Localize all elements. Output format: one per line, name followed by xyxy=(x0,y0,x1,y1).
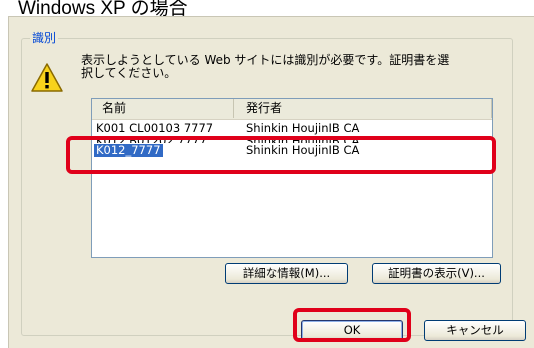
certificate-name: K012 B01202 7777 xyxy=(96,135,207,143)
list-header: 名前 発行者 xyxy=(92,99,492,120)
column-header-name[interactable]: 名前 xyxy=(92,99,234,118)
certificate-name: K012_7777 xyxy=(94,144,163,157)
view-certificate-button[interactable]: 証明書の表示(V)... xyxy=(372,263,501,284)
certificate-row-selected[interactable]: K012_7777 Shinkin HoujinIB CA xyxy=(92,144,492,157)
certificate-name: K001 CL00103 7777 xyxy=(96,122,214,135)
certificate-issuer: Shinkin HoujinIB CA xyxy=(246,122,360,135)
warning-icon xyxy=(31,63,63,92)
cancel-button[interactable]: キャンセル xyxy=(424,320,526,341)
certificate-issuer: Shinkin HoujinIB CA xyxy=(246,144,360,157)
details-button[interactable]: 詳細な情報(M)... xyxy=(225,263,348,284)
certificate-select-dialog: 識別 表示しようとしている Web サイトには識別が必要です。証明書を選択してく… xyxy=(8,16,534,348)
ok-button[interactable]: OK xyxy=(301,320,403,341)
certificate-row[interactable]: K001 CL00103 7777 Shinkin HoujinIB CA xyxy=(92,122,492,135)
certificate-issuer: Shinkin HoujinIB CA xyxy=(246,135,360,143)
column-header-issuer[interactable]: 発行者 xyxy=(234,99,492,118)
certificate-row[interactable]: K012 B01202 7777 Shinkin HoujinIB CA xyxy=(92,135,492,143)
dialog-message: 表示しようとしている Web サイトには識別が必要です。証明書を選択してください… xyxy=(81,53,450,80)
group-title: 識別 xyxy=(30,31,59,45)
certificate-list[interactable]: 名前 発行者 K001 CL00103 7777 Shinkin HoujinI… xyxy=(91,98,493,258)
